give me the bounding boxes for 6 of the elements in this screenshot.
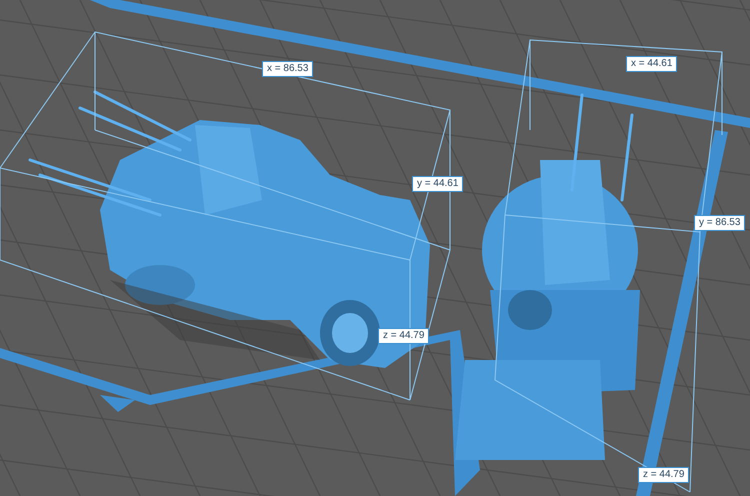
dimension-label: x = 86.53 (262, 61, 314, 77)
dimension-label: z = 44.79 (378, 328, 430, 344)
dimension-label: z = 44.79 (638, 467, 690, 483)
dimension-label: y = 44.61 (412, 176, 464, 192)
dimension-label: x = 44.61 (626, 56, 678, 72)
dimension-label: y = 86.53 (694, 215, 746, 231)
